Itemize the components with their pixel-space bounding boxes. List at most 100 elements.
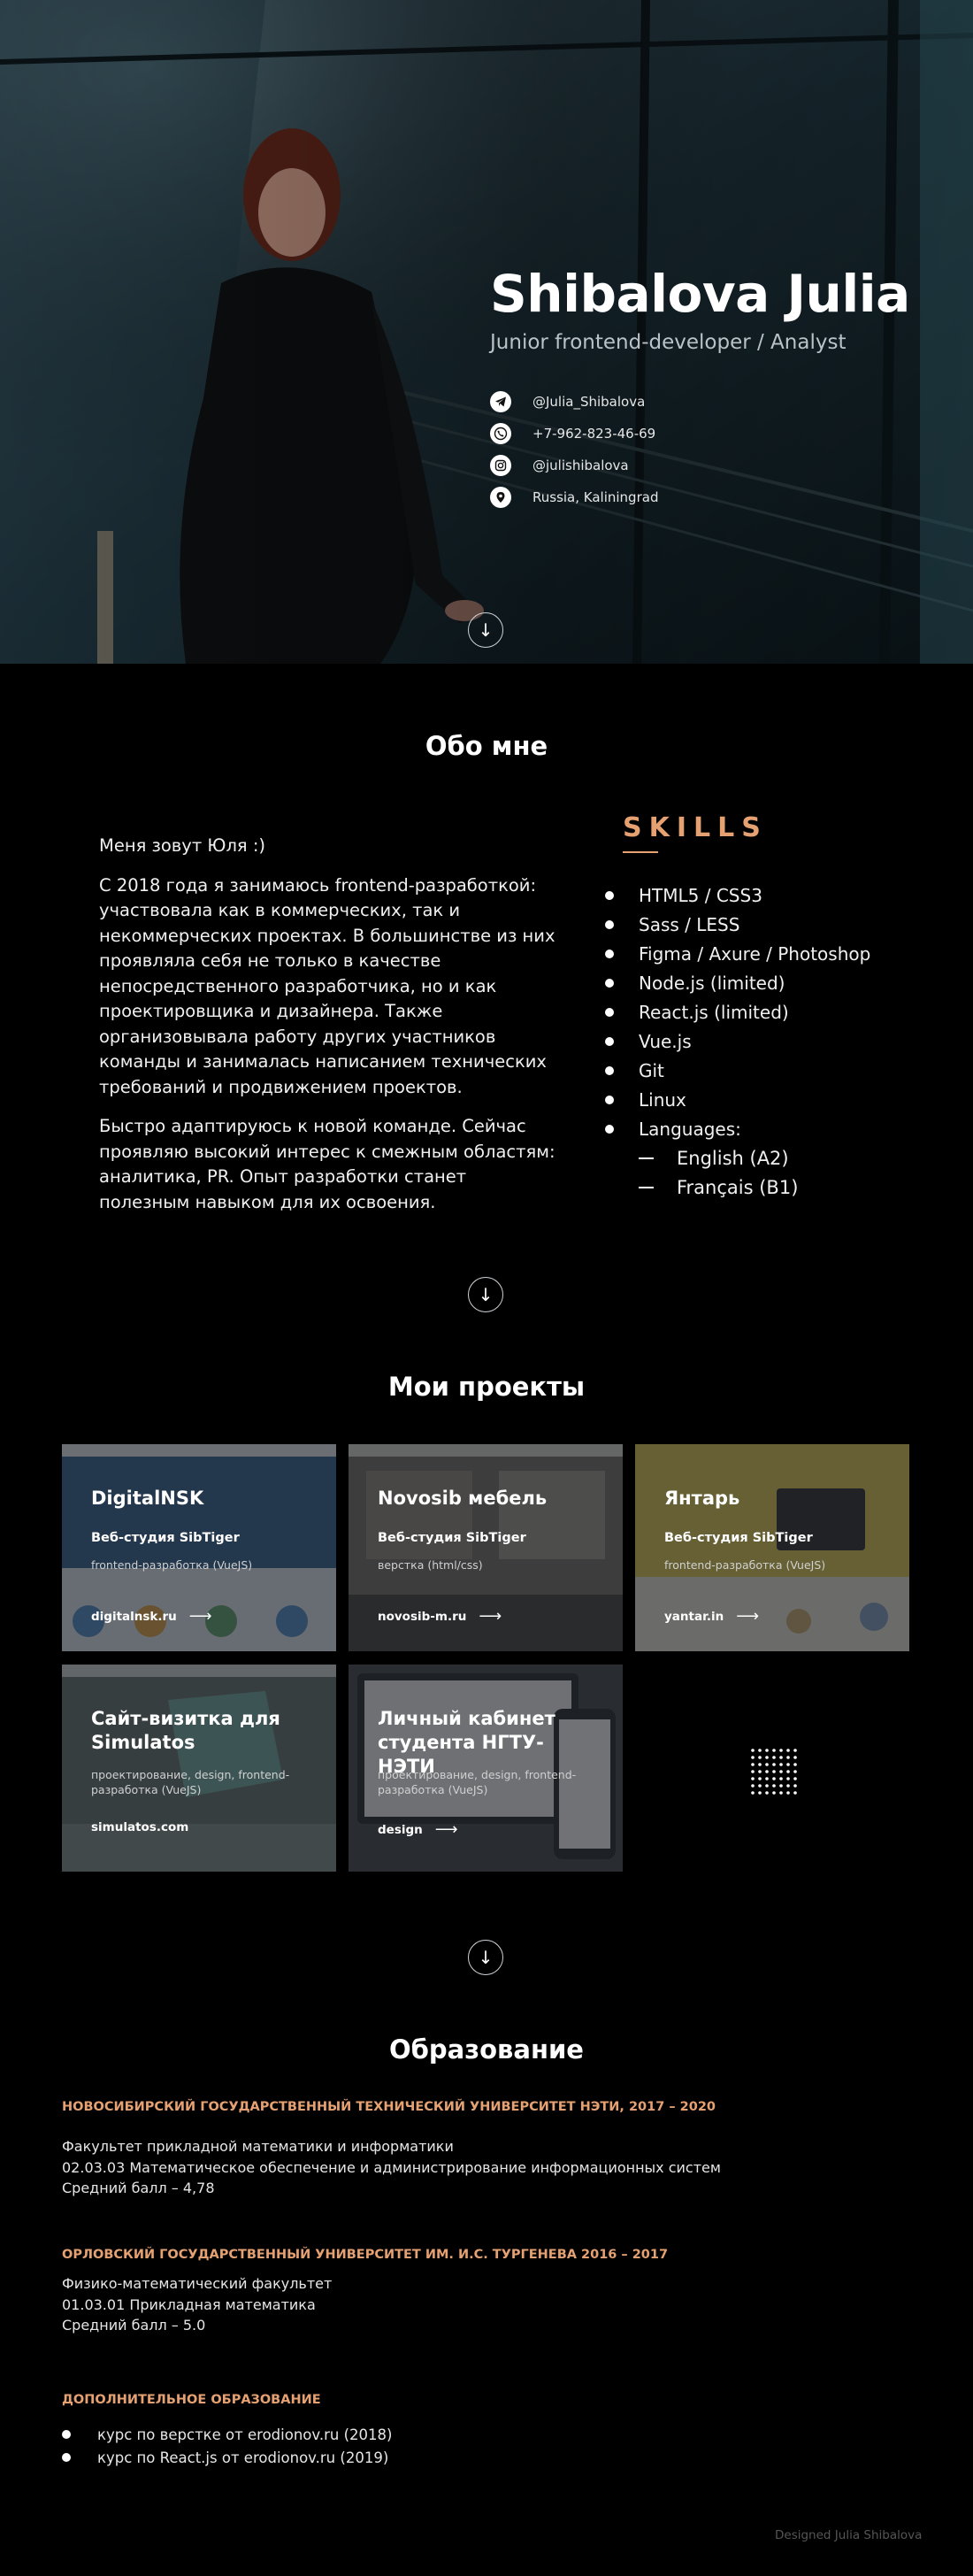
contact-instagram[interactable]: @julishibalova	[490, 455, 658, 476]
contact-phone[interactable]: +7-962-823-46-69	[490, 423, 658, 444]
hero-name: Shibalova Julia	[490, 264, 910, 324]
contact-instagram-text: @julishibalova	[532, 458, 629, 473]
bullet-icon	[605, 978, 614, 988]
skills-title: SKILLS	[623, 812, 768, 843]
project-card-digitalnsk[interactable]: DigitalNSK Веб-студия SibTiger frontend-…	[62, 1444, 336, 1651]
language-item: Français (B1)	[639, 1173, 870, 1202]
project-link[interactable]: digitalnsk.ru ⟶	[91, 1607, 212, 1626]
course-label: курс по верстке от erodionov.ru (2018)	[97, 2426, 393, 2443]
language-label: English (A2)	[677, 1147, 789, 1169]
hero-section: Shibalova Julia Junior frontend-develope…	[0, 0, 973, 664]
bullet-icon	[605, 1007, 614, 1017]
arrow-right-icon: ⟶	[479, 1607, 502, 1626]
project-link[interactable]: design ⟶	[378, 1820, 458, 1839]
contact-location-text: Russia, Kaliningrad	[532, 489, 659, 505]
dot-grid-icon	[751, 1749, 797, 1795]
project-desc: frontend-разработка (VueJS)	[91, 1558, 253, 1572]
education-line: Физико-математический факультет	[62, 2275, 333, 2292]
project-title: Novosib мебель	[378, 1488, 548, 1509]
skill-item: Linux	[605, 1085, 870, 1114]
arrow-down-icon: ↓	[478, 1284, 494, 1305]
project-link[interactable]: simulatos.com	[91, 1820, 188, 1834]
bullet-icon	[62, 2430, 71, 2439]
arrow-right-icon: ⟶	[736, 1607, 759, 1626]
project-studio: Веб-студия SibTiger	[91, 1531, 240, 1545]
location-icon	[490, 487, 511, 508]
hero-role: Junior frontend-developer / Analyst	[490, 331, 847, 354]
languages-list: English (A2) Français (B1)	[639, 1143, 870, 1202]
project-link-label: simulatos.com	[91, 1820, 189, 1834]
language-item: English (A2)	[639, 1143, 870, 1173]
skill-label: Figma / Axure / Photoshop	[639, 942, 871, 965]
instagram-icon	[490, 455, 511, 476]
skill-item: Git	[605, 1056, 870, 1085]
skill-item: HTML5 / CSS3	[605, 880, 870, 910]
courses-list: курс по верстке от erodionov.ru (2018) к…	[62, 2423, 392, 2469]
education-details: Физико-математический факультет 01.03.01…	[62, 2273, 332, 2336]
skill-item: Languages:	[605, 1114, 870, 1143]
skill-label: React.js (limited)	[639, 1001, 789, 1023]
contact-list: @Julia_Shibalova +7-962-823-46-69 @julis…	[490, 391, 658, 519]
contact-phone-text: +7-962-823-46-69	[532, 426, 656, 442]
skill-label: HTML5 / CSS3	[639, 884, 762, 906]
scroll-down-button[interactable]: ↓	[468, 1277, 503, 1312]
course-label: курс по React.js от erodionov.ru (2019)	[97, 2449, 389, 2466]
skill-label: Node.js (limited)	[639, 972, 785, 994]
project-desc: верстка (html/css)	[378, 1558, 483, 1572]
skill-label: Sass / LESS	[639, 913, 740, 935]
arrow-down-icon: ↓	[478, 1947, 494, 1968]
project-card-yantar[interactable]: Янтарь Веб-студия SibTiger frontend-разр…	[635, 1444, 909, 1651]
project-link-label: yantar.in	[664, 1609, 724, 1624]
project-studio: Веб-студия SibTiger	[378, 1531, 526, 1545]
skill-item: Figma / Axure / Photoshop	[605, 939, 870, 968]
language-label: Français (B1)	[677, 1176, 799, 1198]
projects-title: Мои проекты	[387, 1372, 586, 1402]
project-link-label: design	[378, 1822, 423, 1837]
contact-telegram[interactable]: @Julia_Shibalova	[490, 391, 658, 412]
project-card-simulatos[interactable]: Сайт-визитка для Simulatos проектировани…	[62, 1665, 336, 1872]
education-line: Средний балл – 4,78	[62, 2180, 215, 2196]
skill-item: Sass / LESS	[605, 910, 870, 939]
scroll-down-button[interactable]: ↓	[468, 612, 503, 648]
skill-label: Vue.js	[639, 1030, 692, 1052]
bullet-icon	[605, 1065, 614, 1075]
course-item: курс по React.js от erodionov.ru (2019)	[62, 2446, 392, 2469]
education-line: 02.03.03 Математическое обеспечение и ад…	[62, 2158, 721, 2176]
arrow-right-icon: ⟶	[188, 1607, 212, 1626]
project-desc: frontend-разработка (VueJS)	[664, 1558, 826, 1572]
about-text: Меня зовут Юля :) С 2018 года я занимаюс…	[99, 834, 559, 1229]
about-paragraph: Быстро адаптируюсь к новой команде. Сейч…	[99, 1116, 555, 1212]
about-paragraph: С 2018 года я занимаюсь frontend-разрабо…	[99, 874, 555, 1097]
phone-icon	[490, 423, 511, 444]
telegram-icon	[490, 391, 511, 412]
education-title: Образование	[389, 2034, 584, 2065]
project-card-novosib[interactable]: Novosib мебель Веб-студия SibTiger верст…	[349, 1444, 623, 1651]
bullet-icon	[605, 890, 614, 900]
education-institution: ОРЛОВСКИЙ ГОСУДАРСТВЕННЫЙ УНИВЕРСИТЕТ ИМ…	[62, 2248, 669, 2262]
bullet-icon	[605, 1124, 614, 1134]
bullet-icon	[605, 949, 614, 958]
contact-telegram-text: @Julia_Shibalova	[532, 394, 646, 410]
arrow-right-icon: ⟶	[434, 1820, 458, 1839]
skill-item: Node.js (limited)	[605, 968, 870, 997]
project-card-nstu-cabinet[interactable]: Личный кабинет студента НГТУ-НЭТИ проект…	[349, 1665, 623, 1872]
project-link-label: digitalnsk.ru	[91, 1609, 177, 1624]
scroll-down-button[interactable]: ↓	[468, 1940, 503, 1975]
extra-education-title: ДОПОЛНИТЕЛЬНОЕ ОБРАЗОВАНИЕ	[62, 2393, 321, 2407]
project-link[interactable]: novosib-m.ru ⟶	[378, 1607, 502, 1626]
bullet-icon	[605, 919, 614, 929]
education-line: 01.03.01 Прикладная математика	[62, 2295, 316, 2313]
education-line: Средний балл – 5.0	[62, 2317, 206, 2334]
skill-item: Vue.js	[605, 1027, 870, 1056]
skill-label: Linux	[639, 1088, 686, 1111]
bullet-icon	[62, 2453, 71, 2462]
skill-label: Git	[639, 1059, 664, 1081]
project-studio: Веб-студия SibTiger	[664, 1531, 813, 1545]
skill-label: Languages:	[639, 1118, 741, 1140]
skills-list: HTML5 / CSS3 Sass / LESS Figma / Axure /…	[605, 880, 870, 1202]
education-line: Факультет прикладной математики и информ…	[62, 2138, 454, 2155]
footer-credit: Designed Julia Shibalova	[775, 2528, 923, 2542]
project-title: DigitalNSK	[91, 1488, 204, 1509]
project-link[interactable]: yantar.in ⟶	[664, 1607, 759, 1626]
skills-underline	[623, 851, 658, 853]
